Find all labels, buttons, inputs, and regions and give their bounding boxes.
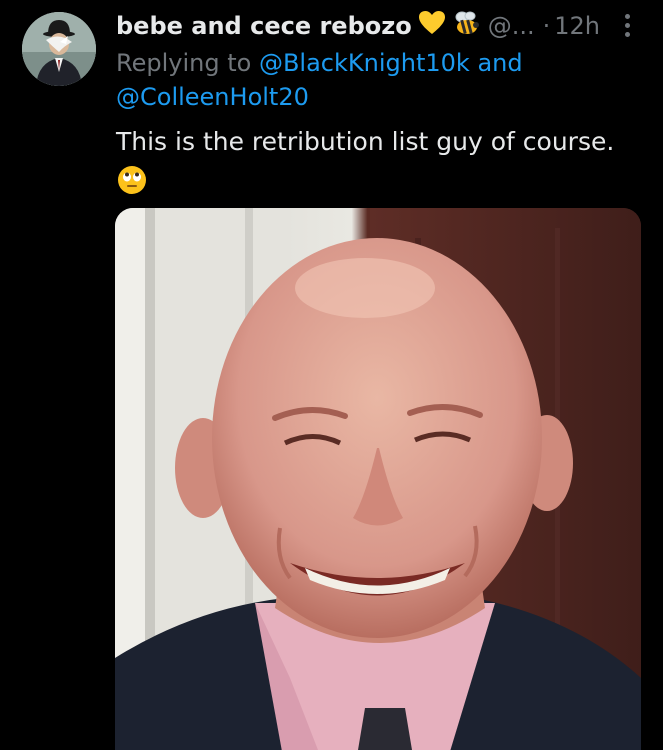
yellow-heart-icon xyxy=(418,10,446,42)
replying-and[interactable]: and xyxy=(477,49,522,77)
avatar-image xyxy=(22,12,96,86)
replying-prefix: Replying to xyxy=(116,49,252,77)
avatar[interactable] xyxy=(22,12,96,86)
tweet-header: bebe and cece rebozo @... · 12h xyxy=(116,8,646,44)
face-with-rolling-eyes-icon xyxy=(116,164,148,196)
replying-to: Replying to @BlackKnight10k and @Colleen… xyxy=(116,46,646,114)
photo-image xyxy=(115,208,641,750)
more-options-icon[interactable] xyxy=(612,10,642,40)
tweet-media-photo[interactable] xyxy=(115,208,641,750)
mention-colleenholt[interactable]: @ColleenHolt20 xyxy=(116,83,309,111)
tweet[interactable]: bebe and cece rebozo @... · 12h Replying… xyxy=(0,0,663,750)
display-name[interactable]: bebe and cece rebozo xyxy=(116,12,412,40)
separator-dot: · xyxy=(542,12,551,40)
mention-blackknight[interactable]: @BlackKnight10k xyxy=(259,49,470,77)
tweet-text: This is the retribution list guy of cour… xyxy=(116,127,615,156)
bee-icon xyxy=(452,9,482,43)
timestamp[interactable]: 12h xyxy=(554,12,600,40)
handle[interactable]: @... xyxy=(488,12,535,40)
